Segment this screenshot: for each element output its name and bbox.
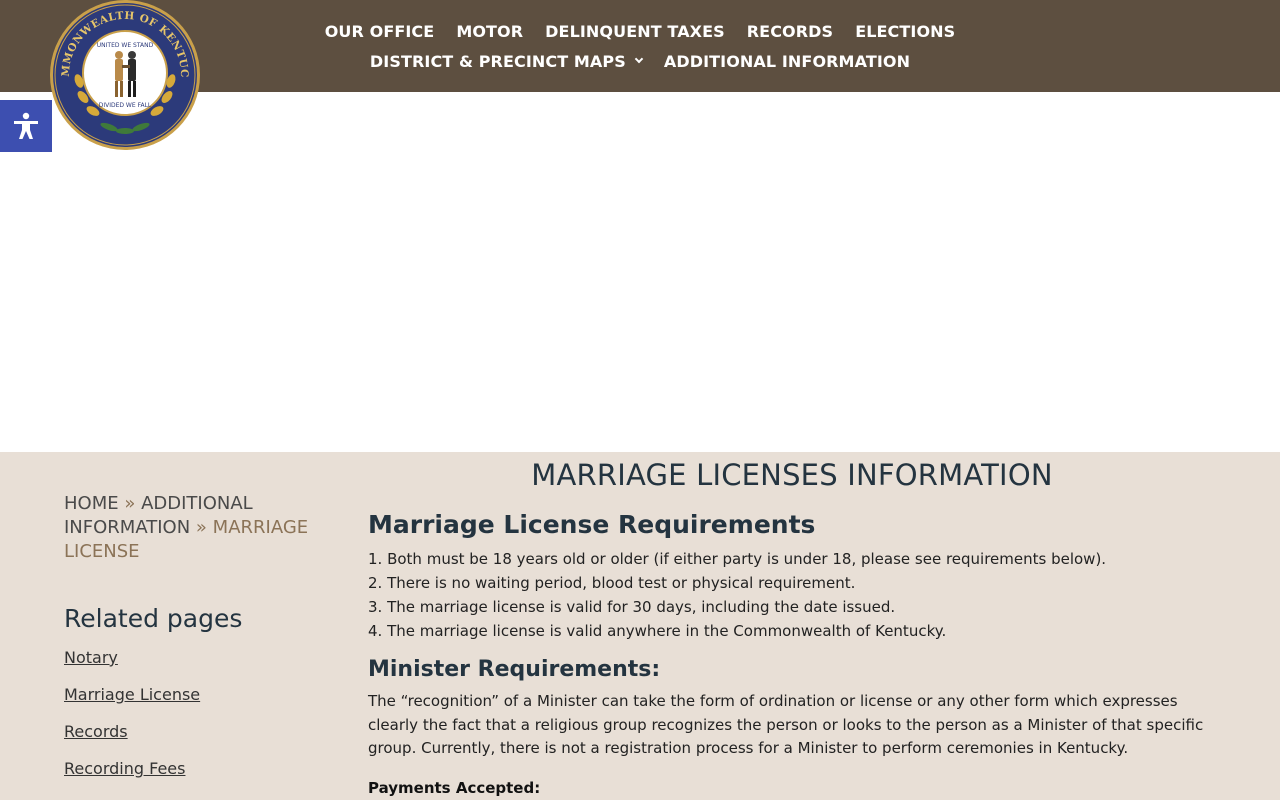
sidebar: HOME » ADDITIONAL INFORMATION » MARRIAGE… xyxy=(64,492,334,795)
related-link-notary[interactable]: Notary xyxy=(64,647,334,669)
nav-our-office[interactable]: OUR OFFICE xyxy=(325,22,435,41)
breadcrumb-separator: » xyxy=(124,493,136,514)
accessibility-button[interactable] xyxy=(0,100,52,152)
nav-additional-information[interactable]: ADDITIONAL INFORMATION xyxy=(664,52,910,71)
content-area: MARRIAGE LICENSES INFORMATION HOME » ADD… xyxy=(0,452,1280,800)
nav-delinquent-taxes[interactable]: DELINQUENT TAXES xyxy=(545,22,725,41)
related-link-recording-fees[interactable]: Recording Fees xyxy=(64,758,334,780)
nav-elections[interactable]: ELECTIONS xyxy=(855,22,955,41)
requirements-list: 1. Both must be 18 years old or older (i… xyxy=(368,547,1208,643)
payments-accepted-label: Payments Accepted: xyxy=(368,778,541,797)
related-link-marriage-license[interactable]: Marriage License xyxy=(64,684,334,706)
related-pages-heading: Related pages xyxy=(64,604,243,633)
breadcrumb-home[interactable]: HOME xyxy=(64,493,119,514)
requirements-heading: Marriage License Requirements xyxy=(368,510,816,539)
breadcrumb: HOME » ADDITIONAL INFORMATION » MARRIAGE… xyxy=(64,492,334,564)
page-title: MARRIAGE LICENSES INFORMATION xyxy=(531,458,1053,492)
nav-row-2: DISTRICT & PRECINCT MAPS ADDITIONAL INFO… xyxy=(330,46,950,76)
breadcrumb-separator: » xyxy=(195,517,207,538)
nav-records[interactable]: RECORDS xyxy=(747,22,833,41)
accessibility-icon xyxy=(14,112,38,139)
kentucky-seal-logo[interactable]: COMMONWEALTH OF KENTUCKY UNITED WE STAND… xyxy=(49,0,201,151)
requirement-item: 1. Both must be 18 years old or older (i… xyxy=(368,550,1107,568)
seal-text-inner-bottom: DIVIDED WE FALL xyxy=(99,102,152,109)
requirement-item: 4. The marriage license is valid anywher… xyxy=(368,622,947,640)
related-pages-list: Notary Marriage License Records Recordin… xyxy=(64,647,334,780)
requirement-item: 2. There is no waiting period, blood tes… xyxy=(368,574,856,592)
nav-motor[interactable]: MOTOR xyxy=(456,22,523,41)
nav-row-1: OUR OFFICE MOTOR DELINQUENT TAXES RECORD… xyxy=(325,16,955,46)
requirement-item: 3. The marriage license is valid for 30 … xyxy=(368,598,896,616)
nav-district-precinct-maps-label: DISTRICT & PRECINCT MAPS xyxy=(369,51,626,71)
main-content: Marriage License Requirements 1. Both mu… xyxy=(368,510,1208,797)
nav-district-precinct-maps[interactable]: DISTRICT & PRECINCT MAPS xyxy=(369,51,644,71)
seal-text-inner-top: UNITED WE STAND xyxy=(97,42,154,49)
chevron-down-icon xyxy=(634,54,644,64)
related-link-records[interactable]: Records xyxy=(64,721,334,743)
main-nav: OUR OFFICE MOTOR DELINQUENT TAXES RECORD… xyxy=(325,0,955,92)
minister-text: The “recognition” of a Minister can take… xyxy=(368,692,1204,757)
minister-heading: Minister Requirements: xyxy=(368,657,661,682)
